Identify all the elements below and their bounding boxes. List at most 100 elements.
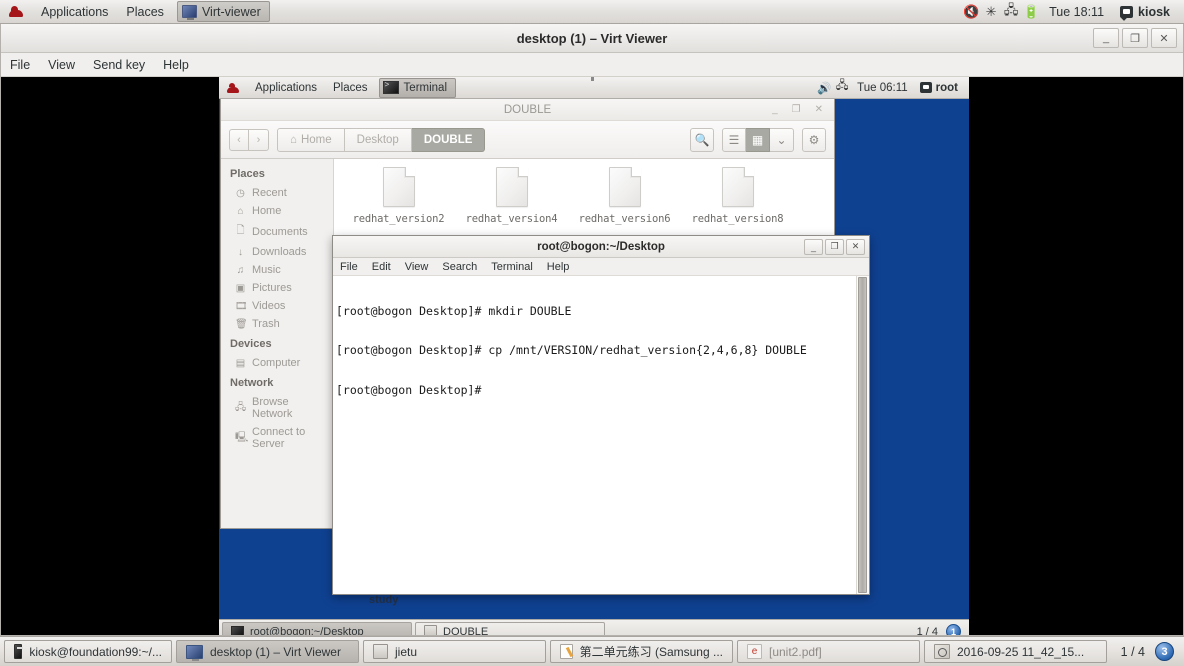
- sidebar-item-trash[interactable]: 🗑 Trash: [221, 315, 333, 333]
- screen: Applications Places Virt-viewer 🔇 ✳ 🖧 🔋 …: [0, 0, 1184, 666]
- menu-send-key[interactable]: Send key: [84, 58, 154, 72]
- host-places-menu[interactable]: Places: [117, 0, 173, 24]
- terminal-scrollbar[interactable]: [856, 276, 869, 594]
- host-tray: 🔇 ✳ 🖧 🔋 Tue 18:11 kiosk: [961, 1, 1184, 23]
- sidebar-item-music[interactable]: ♫ Music: [221, 261, 333, 279]
- guest-workspace-pager[interactable]: 1 / 4: [917, 626, 938, 636]
- file-manager-sidebar: Places ◷ Recent ⌂ Home 🗋 Documents ↓ Dow…: [221, 159, 334, 528]
- guest-redhat-menu-icon[interactable]: [219, 77, 247, 99]
- guest-clock[interactable]: Tue 06:11: [851, 82, 914, 94]
- close-button[interactable]: ✕: [846, 238, 865, 255]
- file-item[interactable]: redhat_version8: [681, 167, 794, 225]
- file-item[interactable]: redhat_version2: [342, 167, 455, 225]
- sidebar-item-browse-network[interactable]: 🖧 Browse Network: [221, 393, 333, 423]
- close-button[interactable]: ✕: [815, 104, 823, 115]
- host-applications-menu[interactable]: Applications: [32, 0, 117, 24]
- sidebar-item-label: Connect to Server: [252, 426, 306, 450]
- sidebar-item-videos[interactable]: 🎞 Videos: [221, 297, 333, 315]
- guest-taskbar-right: 1 / 4 1: [917, 624, 966, 635]
- host-task-exercise-doc[interactable]: 第二单元练习 (Samsung ...: [550, 640, 733, 663]
- guest-task-terminal[interactable]: root@bogon:~/Desktop: [222, 622, 412, 635]
- host-user-menu[interactable]: kiosk: [1112, 5, 1178, 19]
- host-workspace-indicator[interactable]: 3: [1155, 642, 1174, 661]
- volume-icon[interactable]: 🔊: [815, 81, 833, 95]
- battery-icon[interactable]: 🔋: [1021, 4, 1041, 20]
- maximize-button[interactable]: ❐: [825, 238, 844, 255]
- menu-file[interactable]: File: [1, 58, 39, 72]
- menu-help[interactable]: Help: [154, 58, 198, 72]
- guest-desktop[interactable]: Applications Places Terminal 🔊 🖧 Tue 06:…: [219, 77, 969, 635]
- host-task-virt-viewer[interactable]: desktop (1) – Virt Viewer: [176, 640, 359, 663]
- sidebar-item-home[interactable]: ⌂ Home: [221, 202, 333, 220]
- menu-search[interactable]: Search: [435, 261, 484, 273]
- virt-viewer-window: desktop (1) – Virt Viewer _ ❐ ✕ File Vie…: [0, 24, 1184, 636]
- scrollbar-thumb[interactable]: [858, 277, 867, 593]
- breadcrumb-home[interactable]: ⌂ Home: [277, 127, 345, 152]
- sidebar-item-pictures[interactable]: ▣ Pictures: [221, 279, 333, 297]
- maximize-button[interactable]: ❐: [792, 104, 801, 115]
- menu-file[interactable]: File: [333, 261, 365, 273]
- host-workspace-pager[interactable]: 1 / 4: [1121, 645, 1145, 659]
- breadcrumb-desktop[interactable]: Desktop: [344, 127, 412, 152]
- sidebar-item-downloads[interactable]: ↓ Downloads: [221, 243, 333, 261]
- close-button[interactable]: ✕: [1151, 28, 1177, 48]
- minimize-button[interactable]: _: [772, 104, 778, 115]
- maximize-button[interactable]: ❐: [1122, 28, 1148, 48]
- host-task-label: [unit2.pdf]: [769, 644, 822, 659]
- host-task-unit2-pdf[interactable]: e [unit2.pdf]: [737, 640, 920, 663]
- terminal-window[interactable]: root@bogon:~/Desktop _ ❐ ✕ File Edit Vie…: [332, 235, 870, 595]
- host-redhat-menu-icon[interactable]: [0, 0, 32, 24]
- file-item[interactable]: redhat_version4: [455, 167, 568, 225]
- host-task-screenshot[interactable]: 2016-09-25 11_42_15...: [924, 640, 1107, 663]
- guest-applications-menu[interactable]: Applications: [247, 77, 325, 99]
- minimize-button[interactable]: _: [804, 238, 823, 255]
- menu-view[interactable]: View: [39, 58, 84, 72]
- file-manager-toolbar-right: 🔍 ☰ ▦ ⌄ ⚙: [690, 127, 826, 152]
- host-task-terminal[interactable]: kiosk@foundation99:~/...: [4, 640, 172, 663]
- virt-viewer-titlebar[interactable]: desktop (1) – Virt Viewer _ ❐ ✕: [1, 24, 1183, 53]
- terminal-content[interactable]: [root@bogon Desktop]# mkdir DOUBLE [root…: [333, 276, 869, 594]
- file-manager-titlebar[interactable]: DOUBLE _ ❐ ✕: [221, 99, 834, 121]
- virt-viewer-canvas[interactable]: Applications Places Terminal 🔊 🖧 Tue 06:…: [1, 77, 1183, 635]
- sidebar-item-connect-to-server[interactable]: 🖳 Connect to Server: [221, 423, 333, 453]
- guest-task-double[interactable]: DOUBLE: [415, 622, 605, 635]
- terminal-output[interactable]: [root@bogon Desktop]# mkdir DOUBLE [root…: [333, 276, 856, 594]
- sidebar-item-computer[interactable]: ▤ Computer: [221, 354, 333, 372]
- bluetooth-icon[interactable]: ✳: [981, 4, 1001, 20]
- guest-panel-active-task[interactable]: Terminal: [378, 77, 457, 98]
- menu-help[interactable]: Help: [540, 261, 577, 273]
- guest-user-menu[interactable]: root: [914, 82, 964, 94]
- guest-tray: 🔊 🖧 Tue 06:11 root: [815, 78, 969, 97]
- host-panel-active-task[interactable]: Virt-viewer: [176, 1, 270, 22]
- desktop-icon-label[interactable]: study: [369, 594, 398, 606]
- host-task-jietu[interactable]: jietu: [363, 640, 546, 663]
- volume-muted-icon[interactable]: 🔇: [961, 4, 981, 20]
- document-icon: [382, 167, 415, 207]
- menu-edit[interactable]: Edit: [365, 261, 398, 273]
- search-icon[interactable]: 🔍: [690, 127, 714, 152]
- menu-view[interactable]: View: [398, 261, 436, 273]
- host-clock[interactable]: Tue 18:11: [1041, 5, 1112, 19]
- network-disconnected-icon[interactable]: 🖧: [833, 78, 851, 97]
- forward-button[interactable]: ›: [249, 128, 269, 151]
- terminal-titlebar[interactable]: root@bogon:~/Desktop _ ❐ ✕: [333, 236, 869, 258]
- terminal-icon: [382, 81, 399, 94]
- minimize-button[interactable]: _: [1093, 28, 1119, 48]
- network-disconnected-icon[interactable]: 🖧: [1001, 1, 1021, 23]
- breadcrumb-double[interactable]: DOUBLE: [411, 127, 486, 152]
- guest-top-panel: Applications Places Terminal 🔊 🖧 Tue 06:…: [219, 77, 969, 99]
- menu-terminal[interactable]: Terminal: [484, 261, 540, 273]
- trash-icon: 🗑: [235, 318, 248, 330]
- sidebar-item-recent[interactable]: ◷ Recent: [221, 184, 333, 202]
- sidebar-item-documents[interactable]: 🗋 Documents: [221, 220, 333, 243]
- back-button[interactable]: ‹: [229, 128, 249, 151]
- terminal-menubar: File Edit View Search Terminal Help: [333, 258, 869, 276]
- file-item[interactable]: redhat_version6: [568, 167, 681, 225]
- chevron-down-icon[interactable]: ⌄: [770, 127, 794, 152]
- list-view-icon[interactable]: ☰: [722, 127, 746, 152]
- grid-view-icon[interactable]: ▦: [746, 127, 770, 152]
- gear-icon[interactable]: ⚙: [802, 127, 826, 152]
- guest-places-menu[interactable]: Places: [325, 77, 376, 99]
- file-name-label: redhat_version2: [352, 213, 445, 225]
- guest-workspace-indicator[interactable]: 1: [946, 624, 961, 635]
